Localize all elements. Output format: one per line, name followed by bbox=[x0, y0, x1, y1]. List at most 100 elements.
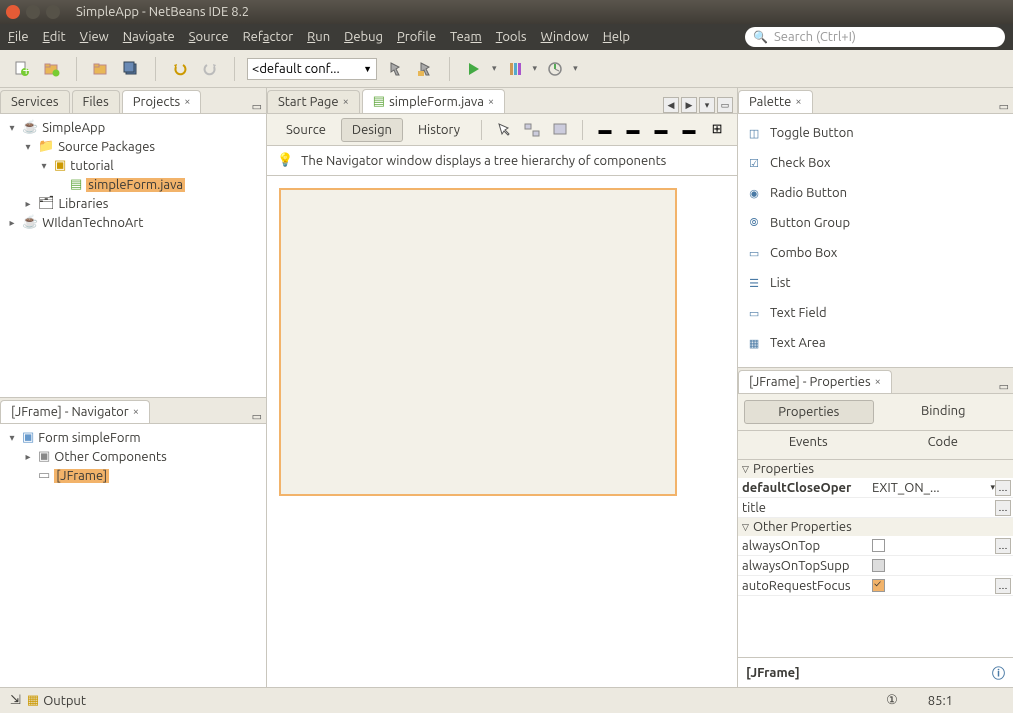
preview-button[interactable] bbox=[548, 118, 572, 142]
palette-list[interactable]: ☰List bbox=[740, 268, 1011, 298]
minimize-panel-icon[interactable]: ▭ bbox=[999, 100, 1009, 113]
menu-window[interactable]: Window bbox=[541, 30, 589, 44]
open-project-button[interactable] bbox=[89, 57, 113, 81]
proptab-binding[interactable]: Binding bbox=[880, 400, 1008, 424]
selection-mode-button[interactable] bbox=[492, 118, 516, 142]
tab-scroll-left-button[interactable]: ◀ bbox=[663, 97, 679, 113]
align-left-button[interactable]: ▬ bbox=[593, 118, 617, 142]
tab-palette[interactable]: Palette× bbox=[738, 90, 813, 113]
prop-always-on-top[interactable]: alwaysOnTop… bbox=[738, 536, 1013, 556]
prop-title[interactable]: title… bbox=[738, 498, 1013, 518]
nav-other-components[interactable]: ▸▣Other Components bbox=[2, 447, 264, 466]
save-all-button[interactable] bbox=[119, 57, 143, 81]
prop-default-close-operation[interactable]: defaultCloseOperEXIT_ON_...▾… bbox=[738, 478, 1013, 498]
tab-scroll-right-button[interactable]: ▶ bbox=[681, 97, 697, 113]
tree-source-packages[interactable]: ▾📁Source Packages bbox=[2, 137, 264, 156]
ellipsis-button[interactable]: … bbox=[995, 538, 1011, 554]
palette-text-area[interactable]: ▦Text Area bbox=[740, 328, 1011, 358]
design-view-button[interactable]: Design bbox=[341, 118, 403, 142]
nav-jframe[interactable]: ▭[JFrame] bbox=[2, 466, 264, 485]
tab-services[interactable]: Services bbox=[0, 90, 70, 113]
proptab-code[interactable]: Code bbox=[879, 431, 1008, 453]
menu-run[interactable]: Run bbox=[307, 30, 330, 44]
profile-project-button[interactable] bbox=[543, 57, 567, 81]
tab-start-page[interactable]: Start Page× bbox=[267, 90, 360, 113]
menu-navigate[interactable]: Navigate bbox=[123, 30, 175, 44]
tree-file-simpleform[interactable]: ▤simpleForm.java bbox=[2, 175, 264, 194]
close-icon[interactable]: × bbox=[184, 96, 190, 108]
window-close-button[interactable] bbox=[6, 5, 20, 19]
menu-profile[interactable]: Profile bbox=[397, 30, 436, 44]
ellipsis-button[interactable]: … bbox=[995, 578, 1011, 594]
close-icon[interactable]: × bbox=[343, 96, 349, 108]
run-config-select[interactable]: <default conf...▼ bbox=[247, 58, 377, 80]
palette-button-group[interactable]: ⦾Button Group bbox=[740, 208, 1011, 238]
history-view-button[interactable]: History bbox=[407, 118, 471, 142]
new-file-button[interactable]: + bbox=[10, 57, 34, 81]
menu-tools[interactable]: Tools bbox=[496, 30, 527, 44]
maximize-editor-button[interactable]: ▭ bbox=[717, 97, 733, 113]
navigator-tree[interactable]: ▾▣Form simpleForm ▸▣Other Components ▭[J… bbox=[0, 424, 266, 687]
align-top-button[interactable]: ▬ bbox=[649, 118, 673, 142]
tree-package-tutorial[interactable]: ▾▣tutorial bbox=[2, 156, 264, 175]
menu-view[interactable]: View bbox=[80, 30, 109, 44]
output-label[interactable]: Output bbox=[43, 694, 86, 708]
menu-refactor[interactable]: Refactor bbox=[243, 30, 294, 44]
new-project-button[interactable] bbox=[40, 57, 64, 81]
tab-navigator[interactable]: [JFrame] - Navigator× bbox=[0, 400, 150, 423]
quick-search-input[interactable]: 🔍 Search (Ctrl+I) bbox=[745, 27, 1005, 47]
close-icon[interactable]: × bbox=[795, 96, 801, 108]
palette-text-field[interactable]: ▭Text Field bbox=[740, 298, 1011, 328]
undo-button[interactable] bbox=[168, 57, 192, 81]
window-maximize-button[interactable] bbox=[46, 5, 60, 19]
minimize-panel-icon[interactable]: ▭ bbox=[252, 410, 262, 423]
proptab-events[interactable]: Events bbox=[744, 431, 873, 453]
project-tree[interactable]: ▾☕SimpleApp ▾📁Source Packages ▾▣tutorial… bbox=[0, 114, 266, 397]
align-grid-button[interactable]: ⊞ bbox=[705, 118, 729, 142]
menu-source[interactable]: Source bbox=[189, 30, 229, 44]
window-minimize-button[interactable] bbox=[26, 5, 40, 19]
palette-radio-button[interactable]: ◉Radio Button bbox=[740, 178, 1011, 208]
tree-libraries[interactable]: ▸🗂Libraries bbox=[2, 194, 264, 213]
menu-help[interactable]: Help bbox=[603, 30, 630, 44]
jframe-component[interactable] bbox=[279, 188, 677, 496]
tab-files[interactable]: Files bbox=[72, 90, 120, 113]
palette-toggle-button[interactable]: ◫Toggle Button bbox=[740, 118, 1011, 148]
menu-debug[interactable]: Debug bbox=[344, 30, 383, 44]
tab-projects[interactable]: Projects× bbox=[122, 90, 202, 113]
nav-form-root[interactable]: ▾▣Form simpleForm bbox=[2, 428, 264, 447]
design-canvas[interactable] bbox=[267, 176, 737, 687]
tab-simpleform[interactable]: ▤simpleForm.java× bbox=[362, 89, 505, 113]
connection-mode-button[interactable] bbox=[520, 118, 544, 142]
palette-check-box[interactable]: ☑Check Box bbox=[740, 148, 1011, 178]
palette-combo-box[interactable]: ▭Combo Box bbox=[740, 238, 1011, 268]
proptab-properties[interactable]: Properties bbox=[744, 400, 874, 424]
notification-icon[interactable]: ① bbox=[886, 693, 898, 708]
minimize-panel-icon[interactable]: ▭ bbox=[252, 100, 262, 113]
align-bottom-button[interactable]: ▬ bbox=[677, 118, 701, 142]
prop-always-on-top-supported[interactable]: alwaysOnTopSupp bbox=[738, 556, 1013, 576]
clean-build-button[interactable] bbox=[413, 57, 437, 81]
output-icon[interactable]: ▦ bbox=[27, 693, 39, 708]
close-icon[interactable]: × bbox=[488, 96, 494, 108]
help-icon[interactable]: ⓘ bbox=[992, 663, 1005, 682]
build-button[interactable] bbox=[383, 57, 407, 81]
debug-project-button[interactable] bbox=[503, 57, 527, 81]
property-list[interactable]: ▽Properties defaultCloseOperEXIT_ON_...▾… bbox=[738, 460, 1013, 657]
ellipsis-button[interactable]: … bbox=[995, 480, 1011, 496]
tree-project-root[interactable]: ▾☕SimpleApp bbox=[2, 118, 264, 137]
menu-team[interactable]: Team bbox=[450, 30, 482, 44]
menu-file[interactable]: File bbox=[8, 30, 29, 44]
menu-edit[interactable]: Edit bbox=[43, 30, 66, 44]
palette-list[interactable]: ◫Toggle Button ☑Check Box ◉Radio Button … bbox=[738, 114, 1013, 367]
source-view-button[interactable]: Source bbox=[275, 118, 337, 142]
tab-list-button[interactable]: ▾ bbox=[699, 97, 715, 113]
prop-category-properties[interactable]: ▽Properties bbox=[738, 460, 1013, 478]
tab-properties[interactable]: [JFrame] - Properties× bbox=[738, 370, 892, 393]
ellipsis-button[interactable]: … bbox=[995, 500, 1011, 516]
redo-button[interactable] bbox=[198, 57, 222, 81]
align-right-button[interactable]: ▬ bbox=[621, 118, 645, 142]
run-project-button[interactable] bbox=[462, 57, 486, 81]
tree-project-root2[interactable]: ▸☕WIldanTechnoArt bbox=[2, 213, 264, 232]
prop-category-other[interactable]: ▽Other Properties bbox=[738, 518, 1013, 536]
